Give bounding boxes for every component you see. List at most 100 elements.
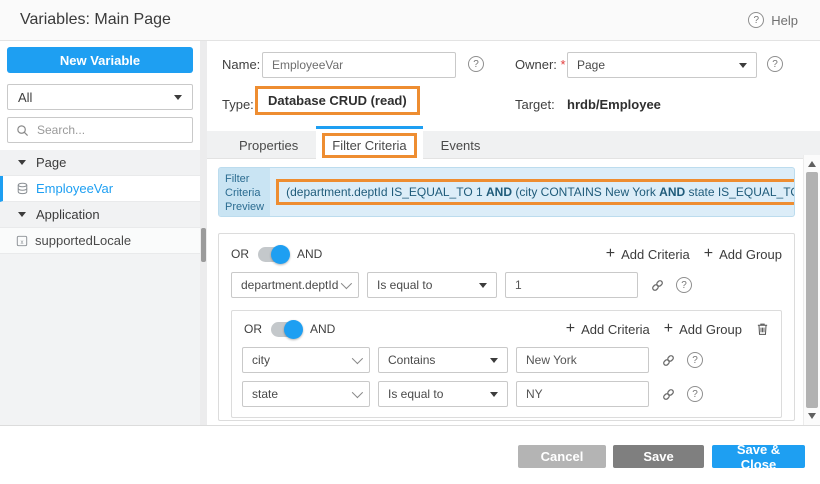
caret-down-icon xyxy=(18,212,26,217)
value-input[interactable] xyxy=(516,347,649,373)
outer-group-actions: +Add Criteria +Add Group xyxy=(606,246,782,262)
tree-group-label: Page xyxy=(36,155,66,170)
tree-group-label: Application xyxy=(36,207,100,222)
tree-group-page[interactable]: Page xyxy=(0,150,200,176)
bind-link-icon[interactable] xyxy=(661,387,676,402)
chevron-down-icon xyxy=(490,358,498,363)
plus-icon: + xyxy=(664,321,673,337)
tree-group-application[interactable]: Application xyxy=(0,202,200,228)
name-input[interactable] xyxy=(262,52,456,78)
svg-text:x: x xyxy=(21,240,24,246)
nested-and-or-toggle[interactable] xyxy=(271,322,301,337)
scroll-up-arrow-icon[interactable] xyxy=(808,161,816,167)
add-criteria-button[interactable]: +Add Criteria xyxy=(606,246,690,262)
value-input[interactable] xyxy=(505,272,638,298)
locale-variable-icon: x xyxy=(16,235,28,247)
criteria-group-outer: OR AND +Add Criteria +Add Group departme… xyxy=(218,233,795,421)
save-and-close-button[interactable]: Save & Close xyxy=(712,445,805,468)
help-icon: ? xyxy=(748,12,764,28)
criteria-row: department.deptId Is equal to ? xyxy=(231,272,782,298)
tab-properties[interactable]: Properties xyxy=(221,131,316,159)
criteria-row: city Contains ? xyxy=(242,347,771,373)
nested-group-actions: +Add Criteria +Add Group xyxy=(566,321,769,337)
editor-tabs: Properties Filter Criteria Events xyxy=(207,131,820,159)
criteria-group-nested: OR AND +Add Criteria +Add Group xyxy=(231,310,782,418)
outer-and-or-toggle[interactable] xyxy=(258,247,288,262)
caret-down-icon xyxy=(18,160,26,165)
database-variable-icon xyxy=(16,182,29,195)
operator-select[interactable]: Contains xyxy=(378,347,508,373)
search-input[interactable] xyxy=(35,122,179,138)
tab-events[interactable]: Events xyxy=(423,131,499,159)
cancel-button[interactable]: Cancel xyxy=(518,445,606,468)
variable-filter-value: All xyxy=(18,90,32,105)
criteria-help-icon[interactable]: ? xyxy=(687,386,703,402)
variable-filter-select[interactable]: All xyxy=(7,84,193,110)
sidebar-scrollbar[interactable] xyxy=(200,41,207,425)
content-scrollbar[interactable] xyxy=(803,155,820,425)
filter-criteria-content: Filter Criteria Preview (department.dept… xyxy=(207,160,804,425)
criteria-help-icon[interactable]: ? xyxy=(687,352,703,368)
owner-select[interactable]: Page xyxy=(567,52,757,78)
criteria-help-icon[interactable]: ? xyxy=(676,277,692,293)
plus-icon: + xyxy=(606,246,615,262)
tree-item-supportedlocale[interactable]: x supportedLocale xyxy=(0,228,200,254)
toggle-knob xyxy=(271,245,290,264)
required-marker: * xyxy=(561,57,566,72)
delete-group-trash-icon[interactable] xyxy=(756,322,769,336)
filter-criteria-preview-text: (department.deptId IS_EQUAL_TO 1 AND (ci… xyxy=(276,179,795,205)
tree-item-label: supportedLocale xyxy=(35,233,131,248)
filter-criteria-preview: Filter Criteria Preview (department.dept… xyxy=(218,167,795,217)
tab-filter-criteria-label: Filter Criteria xyxy=(322,133,416,158)
scroll-down-arrow-icon[interactable] xyxy=(808,413,816,419)
content-scrollbar-thumb[interactable] xyxy=(806,172,818,408)
variables-tree: Page EmployeeVar Application x supported… xyxy=(0,150,200,254)
value-input[interactable] xyxy=(516,381,649,407)
variables-dialog: Variables: Main Page ? Help New Variable… xyxy=(0,0,820,484)
target-label: Target: xyxy=(515,97,555,112)
and-label: AND xyxy=(310,322,335,336)
filter-criteria-preview-label: Filter Criteria Preview xyxy=(219,168,270,216)
new-variable-button[interactable]: New Variable xyxy=(7,47,193,73)
tree-item-employeevar[interactable]: EmployeeVar xyxy=(0,176,200,202)
owner-help-icon[interactable]: ? xyxy=(767,56,783,72)
field-select[interactable]: city xyxy=(242,347,370,373)
outer-group-header: OR AND +Add Criteria +Add Group xyxy=(231,242,782,266)
bind-link-icon[interactable] xyxy=(661,353,676,368)
chevron-down-icon xyxy=(174,95,182,100)
row-icons: ? xyxy=(650,277,692,293)
variable-search[interactable] xyxy=(7,117,193,143)
add-group-button[interactable]: +Add Group xyxy=(664,321,742,337)
bind-link-icon[interactable] xyxy=(650,278,665,293)
save-button[interactable]: Save xyxy=(613,445,704,468)
name-help-icon[interactable]: ? xyxy=(468,56,484,72)
field-select[interactable]: state xyxy=(242,381,370,407)
row-icons: ? xyxy=(661,386,703,402)
search-icon xyxy=(16,124,29,137)
dialog-header: Variables: Main Page ? Help xyxy=(0,0,820,41)
chevron-down-icon xyxy=(352,353,363,364)
type-value-highlighted: Database CRUD (read) xyxy=(255,86,420,115)
plus-icon: + xyxy=(704,246,713,262)
sidebar-scrollbar-thumb[interactable] xyxy=(201,228,206,262)
or-label: OR xyxy=(244,322,262,336)
sidebar-filler xyxy=(0,254,200,425)
help-button[interactable]: ? Help xyxy=(748,0,798,40)
operator-select[interactable]: Is equal to xyxy=(378,381,508,407)
field-select[interactable]: department.deptId xyxy=(231,272,359,298)
chevron-down-icon xyxy=(479,283,487,288)
target-value: hrdb/Employee xyxy=(567,97,661,112)
nested-or-and-toggle-wrap: OR AND xyxy=(244,322,335,337)
filter-criteria-preview-body: (department.deptId IS_EQUAL_TO 1 AND (ci… xyxy=(270,168,795,216)
criteria-row: state Is equal to ? xyxy=(242,381,771,407)
add-criteria-button[interactable]: +Add Criteria xyxy=(566,321,650,337)
outer-or-and-toggle-wrap: OR AND xyxy=(231,247,322,262)
variables-sidebar: New Variable All Page EmployeeVar xyxy=(0,41,200,425)
add-group-button[interactable]: +Add Group xyxy=(704,246,782,262)
operator-select[interactable]: Is equal to xyxy=(367,272,497,298)
nested-group-header: OR AND +Add Criteria +Add Group xyxy=(244,317,769,341)
type-label: Type: xyxy=(222,97,254,112)
plus-icon: + xyxy=(566,321,575,337)
chevron-down-icon xyxy=(341,278,352,289)
tab-filter-criteria[interactable]: Filter Criteria xyxy=(316,126,422,162)
